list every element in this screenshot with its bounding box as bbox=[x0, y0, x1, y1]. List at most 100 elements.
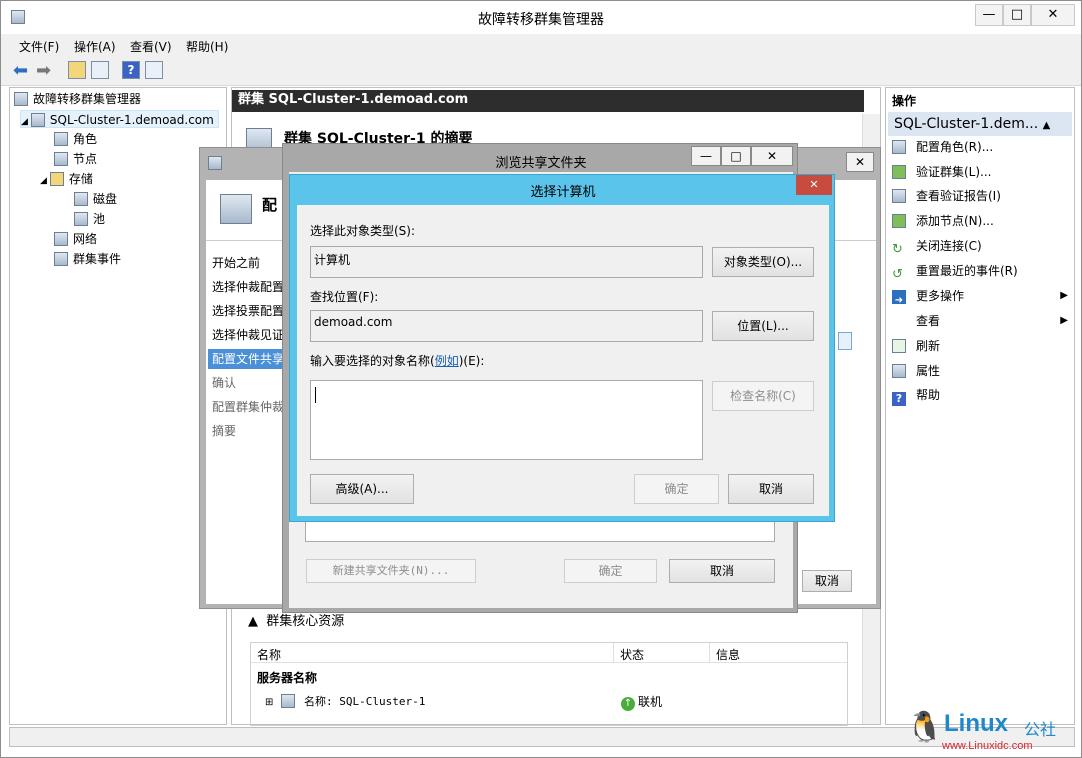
wizard-step: 确认 bbox=[212, 376, 237, 390]
wizard-cancel-button[interactable]: 取消 bbox=[802, 570, 852, 592]
events-icon bbox=[54, 252, 68, 266]
network-icon bbox=[54, 232, 68, 246]
browse-ok-button[interactable]: 确定 bbox=[564, 559, 657, 583]
select-ok-button[interactable]: 确定 bbox=[634, 474, 719, 504]
new-share-button[interactable]: 新建共享文件夹(N)... bbox=[306, 559, 476, 583]
action-label: 重置最近的事件(R) bbox=[916, 264, 1018, 278]
examples-link[interactable]: 例如 bbox=[435, 354, 459, 368]
wizard-step: 摘要 bbox=[212, 424, 237, 438]
watermark-brand: Linux bbox=[944, 710, 1008, 737]
nodes-icon bbox=[54, 152, 68, 166]
validate-icon bbox=[892, 165, 906, 179]
action-label: 刷新 bbox=[916, 339, 941, 353]
folder-path-field[interactable] bbox=[305, 520, 775, 542]
report-icon bbox=[892, 189, 906, 203]
toolbar: ⬅ ➡ ? bbox=[1, 56, 1081, 86]
action-label: 帮助 bbox=[916, 388, 941, 402]
cluster-icon bbox=[30, 113, 45, 127]
disk-icon bbox=[74, 192, 88, 206]
collapse-icon[interactable]: ◢ bbox=[21, 117, 28, 127]
close-button[interactable]: ✕ bbox=[1031, 4, 1075, 26]
tree-pools[interactable]: 池 bbox=[74, 210, 105, 228]
show-action-pane-icon[interactable] bbox=[145, 61, 163, 79]
tree-cluster[interactable]: ◢ SQL-Cluster-1.demoad.com bbox=[20, 110, 219, 128]
table-row[interactable]: ⊞ 名称: SQL-Cluster-1 ↑ 联机 bbox=[265, 693, 845, 713]
window-title: 故障转移群集管理器 bbox=[478, 12, 604, 28]
action-reset-events[interactable]: ↺ 重置最近的事件(R) bbox=[892, 260, 1018, 282]
tree-networks-label: 网络 bbox=[73, 232, 98, 246]
minimize-button[interactable]: — bbox=[975, 4, 1003, 26]
tree-disks-label: 磁盘 bbox=[93, 192, 118, 206]
action-help[interactable]: ? 帮助 bbox=[892, 384, 940, 406]
browse-maximize-button[interactable]: □ bbox=[721, 146, 751, 166]
check-names-button[interactable]: 检查名称(C) bbox=[712, 381, 814, 411]
menu-file[interactable]: 文件(F) bbox=[19, 38, 59, 55]
tree-disks[interactable]: 磁盘 bbox=[74, 190, 117, 208]
column-info[interactable]: 信息 bbox=[709, 643, 746, 663]
menu-action[interactable]: 操作(A) bbox=[74, 38, 116, 55]
action-label: 查看验证报告(I) bbox=[916, 189, 1001, 203]
back-icon[interactable]: ⬅ bbox=[13, 60, 28, 81]
action-validate-cluster[interactable]: 验证群集(L)... bbox=[892, 161, 992, 183]
location-label: 查找位置(F): bbox=[310, 290, 379, 304]
action-label: 更多操作 bbox=[916, 289, 965, 303]
object-type-field: 计算机 bbox=[310, 246, 703, 278]
browse-close-button[interactable]: ✕ bbox=[751, 146, 793, 166]
actions-cluster-header[interactable]: SQL-Cluster-1.dem... ▲ bbox=[888, 112, 1072, 136]
menu-view[interactable]: 查看(V) bbox=[130, 38, 172, 55]
action-configure-role[interactable]: 配置角色(R)... bbox=[892, 136, 993, 158]
title-bar: 故障转移群集管理器 — □ ✕ bbox=[1, 1, 1081, 33]
help-icon: ? bbox=[892, 392, 906, 406]
help-icon[interactable]: ? bbox=[122, 61, 140, 79]
reset-events-icon: ↺ bbox=[892, 267, 903, 282]
browse-minimize-button[interactable]: — bbox=[691, 146, 721, 166]
tree-roles[interactable]: 角色 bbox=[54, 130, 97, 148]
expand-icon[interactable]: ⊞ bbox=[265, 697, 273, 708]
action-more-actions[interactable]: ➜ 更多操作 ▶ bbox=[892, 285, 1068, 307]
tree-networks[interactable]: 网络 bbox=[54, 230, 97, 248]
collapse-icon[interactable]: ▲ bbox=[248, 614, 262, 629]
tree-events-label: 群集事件 bbox=[73, 252, 122, 266]
action-close-connection[interactable]: ↻ 关闭连接(C) bbox=[892, 235, 982, 257]
advanced-button[interactable]: 高级(A)... bbox=[310, 474, 414, 504]
core-resources-label: 群集核心资源 bbox=[266, 614, 345, 629]
action-properties[interactable]: 属性 bbox=[892, 360, 940, 382]
action-label: 查看 bbox=[916, 314, 941, 328]
column-status[interactable]: 状态 bbox=[613, 643, 650, 663]
column-name[interactable]: 名称 bbox=[257, 646, 281, 663]
wizard-close-button[interactable]: ✕ bbox=[846, 152, 874, 172]
chevron-up-icon[interactable]: ▲ bbox=[1043, 120, 1051, 131]
tree-events[interactable]: 群集事件 bbox=[54, 250, 121, 268]
select-computer-dialog: 选择计算机 ✕ 选择此对象类型(S): 计算机 对象类型(O)... 查找位置(… bbox=[289, 174, 835, 522]
action-refresh[interactable]: 刷新 bbox=[892, 335, 940, 357]
select-cancel-button[interactable]: 取消 bbox=[728, 474, 814, 504]
tree-nodes-label: 节点 bbox=[73, 152, 98, 166]
action-label: 添加节点(N)... bbox=[916, 214, 994, 228]
action-view[interactable]: 查看 ▶ bbox=[892, 310, 1068, 332]
menu-help[interactable]: 帮助(H) bbox=[186, 38, 228, 55]
online-icon: ↑ bbox=[621, 697, 635, 711]
tree-storage[interactable]: ◢ 存储 bbox=[40, 170, 93, 188]
tree-root[interactable]: 故障转移群集管理器 bbox=[14, 90, 141, 108]
wizard-step: 开始之前 bbox=[212, 256, 261, 270]
select-close-button[interactable]: ✕ bbox=[796, 175, 832, 195]
object-types-button[interactable]: 对象类型(O)... bbox=[712, 247, 814, 277]
tree-nodes[interactable]: 节点 bbox=[54, 150, 97, 168]
select-title: 选择计算机 bbox=[530, 185, 596, 200]
actions-header: 操作 bbox=[892, 94, 917, 108]
object-name-input[interactable] bbox=[310, 380, 703, 460]
actions-cluster-label: SQL-Cluster-1.dem... bbox=[894, 116, 1039, 132]
locations-button[interactable]: 位置(L)... bbox=[712, 311, 814, 341]
show-tree-icon[interactable] bbox=[91, 61, 109, 79]
browse-cancel-button[interactable]: 取消 bbox=[669, 559, 775, 583]
up-folder-icon[interactable] bbox=[68, 61, 86, 79]
forward-icon[interactable]: ➡ bbox=[36, 60, 51, 81]
action-add-node[interactable]: 添加节点(N)... bbox=[892, 210, 994, 232]
tux-icon: 🐧 bbox=[906, 710, 944, 745]
action-view-report[interactable]: 查看验证报告(I) bbox=[892, 185, 1001, 207]
object-name-label: 输入要选择的对象名称(例如)(E): bbox=[310, 352, 484, 369]
submenu-arrow-icon: ▶ bbox=[1060, 290, 1068, 301]
maximize-button[interactable]: □ bbox=[1003, 4, 1031, 26]
collapse-icon[interactable]: ◢ bbox=[40, 176, 47, 186]
select-body: 选择此对象类型(S): 计算机 对象类型(O)... 查找位置(F): demo… bbox=[297, 205, 829, 516]
